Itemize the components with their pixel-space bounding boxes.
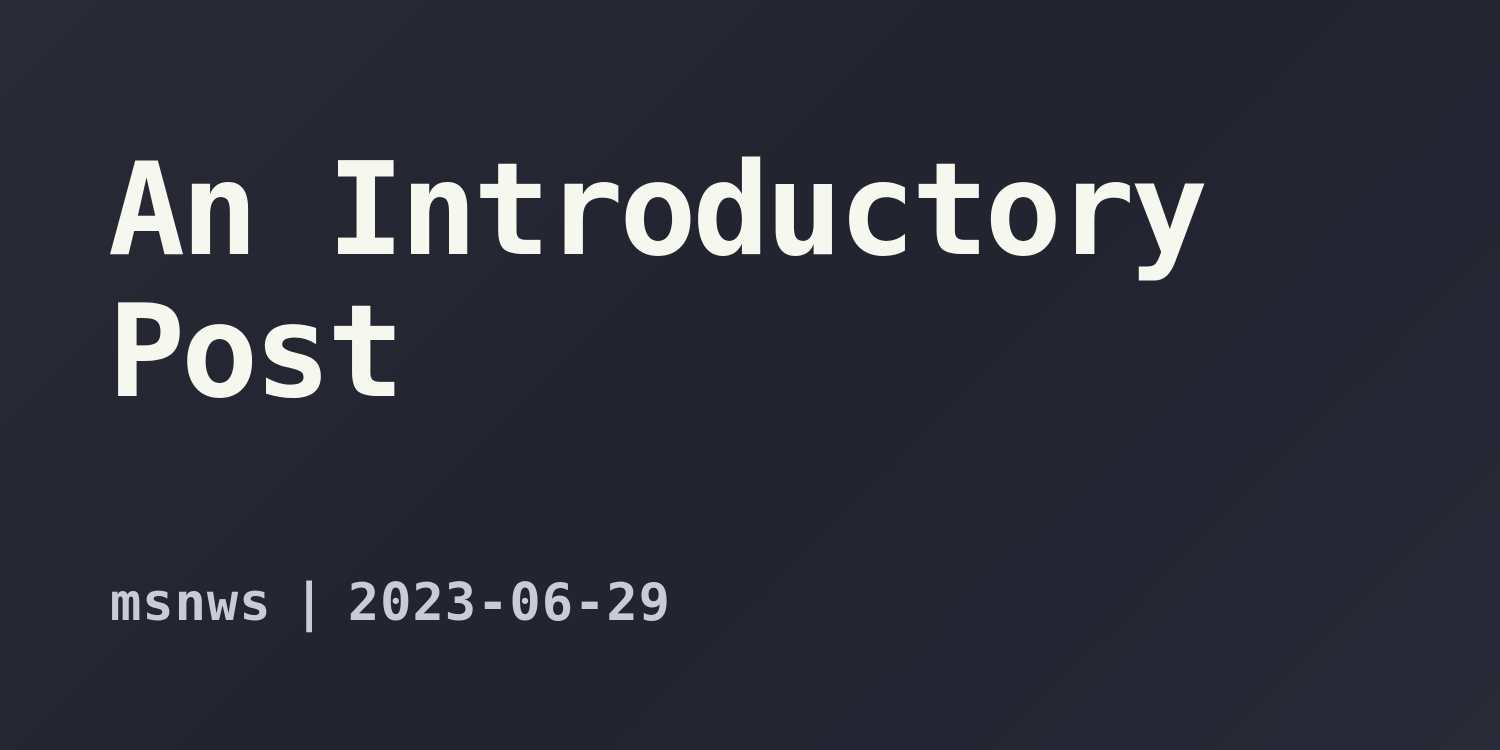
post-title: An Introductory Post [108,136,1208,427]
post-card: An Introductory Post msnws | 2023-06-29 [0,0,1500,750]
post-meta: msnws | 2023-06-29 [110,568,671,638]
post-author: msnws [110,573,272,633]
post-date: 2023-06-29 [347,573,671,633]
meta-separator: | [293,573,326,633]
